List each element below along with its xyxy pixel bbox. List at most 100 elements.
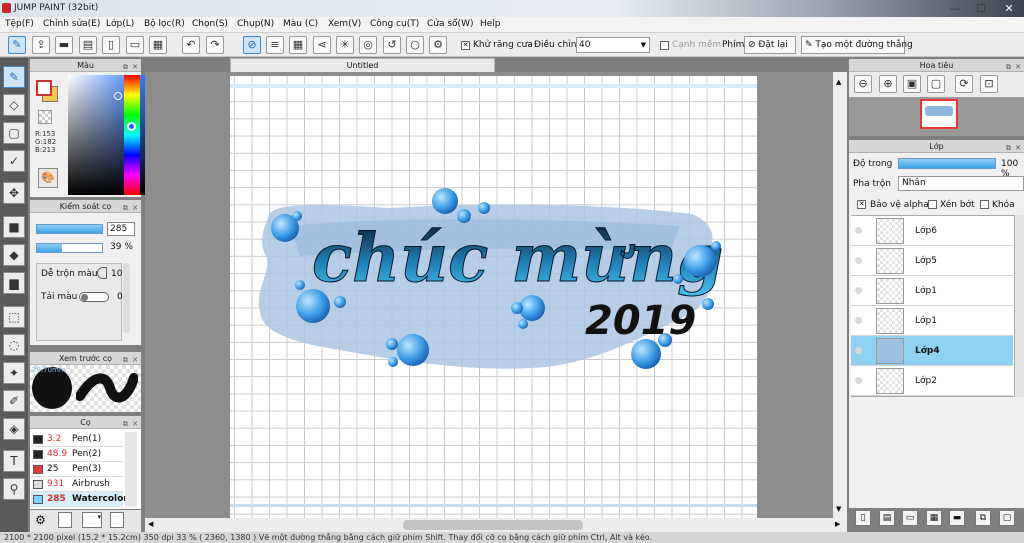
refill-toggle[interactable] bbox=[79, 292, 109, 302]
menu-help[interactable]: Help bbox=[480, 19, 501, 29]
magic-wand-icon[interactable]: ✦ bbox=[3, 362, 25, 384]
brush-item[interactable]: 3.2 Pen(1) bbox=[31, 432, 123, 447]
transparent-color-swatch[interactable] bbox=[38, 110, 52, 124]
layer-row[interactable]: Lớp1 bbox=[851, 306, 1013, 336]
scroll-up-icon[interactable]: ▲ bbox=[836, 78, 841, 86]
scroll-down-icon[interactable]: ▼ bbox=[836, 505, 841, 513]
color-picker-cursor[interactable] bbox=[114, 92, 122, 100]
minimize-button[interactable]: — bbox=[942, 0, 968, 17]
layer-row[interactable]: Lớp5 bbox=[851, 246, 1013, 276]
brush-opacity-slider[interactable] bbox=[36, 243, 103, 253]
menu-file[interactable]: Tệp(F) bbox=[5, 19, 34, 29]
reset-button[interactable]: ⊘ Đặt lại bbox=[744, 36, 796, 54]
actual-size-icon[interactable]: ▢ bbox=[927, 75, 945, 93]
new-folder-layer-icon[interactable]: ▤ bbox=[879, 510, 895, 526]
zoom-out-icon[interactable]: ⊖ bbox=[854, 75, 872, 93]
brush-item[interactable]: 25 Pen(3) bbox=[31, 462, 123, 477]
duplicate-layer-icon[interactable]: ⧉ bbox=[975, 510, 991, 526]
chat-icon[interactable]: ▤ bbox=[79, 36, 97, 54]
share-icon[interactable]: ⇪ bbox=[32, 36, 50, 54]
scroll-right-icon[interactable]: ▶ bbox=[835, 520, 840, 528]
rotate-icon[interactable]: ⟳ bbox=[955, 75, 973, 93]
menu-select[interactable]: Chọn(S) bbox=[192, 19, 228, 29]
layers-scrollbar[interactable] bbox=[1015, 215, 1024, 397]
layer-row-selected[interactable]: Lớp4 bbox=[851, 336, 1013, 366]
brush-tool-icon[interactable]: ✎ bbox=[3, 66, 25, 88]
hue-slider[interactable] bbox=[124, 75, 140, 195]
brush-item[interactable]: 931 Airbrush bbox=[31, 477, 123, 492]
folder-icon[interactable]: ▬ bbox=[949, 510, 965, 526]
foreground-color-front[interactable] bbox=[36, 80, 52, 96]
redo-icon[interactable]: ↷ bbox=[206, 36, 224, 54]
layer-row[interactable]: Lớp2 bbox=[851, 366, 1013, 396]
copy-layer-icon[interactable]: ▭ bbox=[902, 510, 918, 526]
fit-screen-icon[interactable]: ▣ bbox=[903, 75, 921, 93]
layer-opacity-slider[interactable] bbox=[898, 158, 996, 169]
layer-row[interactable]: Lớp1 bbox=[851, 276, 1013, 306]
brush-menu-icon[interactable]: ▾ bbox=[82, 512, 102, 528]
palette-icon[interactable]: 🎨 bbox=[38, 168, 58, 188]
blend-knob[interactable] bbox=[97, 267, 107, 279]
brush-settings-icon[interactable] bbox=[110, 512, 124, 528]
parallel-ruler-icon[interactable]: ≡ bbox=[266, 36, 284, 54]
visibility-icon[interactable] bbox=[855, 347, 862, 354]
document-tab[interactable]: Untitled bbox=[230, 58, 495, 72]
brush-size-input[interactable]: 285 bbox=[107, 222, 135, 236]
delete-layer-icon[interactable]: ▢ bbox=[999, 510, 1015, 526]
select-pen-icon[interactable]: ✐ bbox=[3, 390, 25, 412]
brush-item[interactable]: 48.9 Pen(2) bbox=[31, 447, 123, 462]
brush-palette-icon[interactable]: ⚙ bbox=[35, 513, 46, 527]
select-lasso-icon[interactable]: ◌ bbox=[3, 334, 25, 356]
menu-tools[interactable]: Công cụ(T) bbox=[370, 19, 419, 29]
clip-checkbox[interactable] bbox=[928, 200, 937, 209]
canvas-vertical-scrollbar[interactable]: ▲ ▼ bbox=[833, 72, 847, 518]
canvas-paper[interactable]: chúc mừng 2019 bbox=[230, 76, 757, 518]
canvas-horizontal-scrollbar[interactable]: ◀ ▶ bbox=[145, 518, 847, 532]
visibility-icon[interactable] bbox=[855, 317, 862, 324]
fill-rect-tool-icon[interactable]: ■ bbox=[3, 216, 25, 238]
visibility-icon[interactable] bbox=[855, 257, 862, 264]
brush-size-slider[interactable] bbox=[36, 224, 103, 234]
brush-options-scrollbar[interactable] bbox=[123, 263, 130, 333]
flip-icon[interactable]: ⊡ bbox=[980, 75, 998, 93]
menu-color[interactable]: Màu (C) bbox=[283, 19, 318, 29]
menu-view[interactable]: Xem(V) bbox=[328, 19, 361, 29]
navigator-thumbnail[interactable] bbox=[920, 99, 958, 129]
visibility-icon[interactable] bbox=[855, 227, 862, 234]
gradient-tool-icon[interactable]: ▆ bbox=[3, 272, 25, 294]
concentric-icon[interactable]: ◎ bbox=[359, 36, 377, 54]
menu-layer[interactable]: Lớp(L) bbox=[106, 19, 134, 29]
straight-line-button[interactable]: ✎ Tạo một đường thẳng bbox=[801, 36, 913, 54]
brushes-scrollbar[interactable] bbox=[125, 432, 137, 507]
zoom-in-icon[interactable]: ⊕ bbox=[879, 75, 897, 93]
menu-filter[interactable]: Bộ lọc(R) bbox=[144, 19, 185, 29]
grid-ruler-icon[interactable]: ▦ bbox=[289, 36, 307, 54]
ruler-off-icon[interactable]: ⊘ bbox=[243, 36, 261, 54]
curve-ruler-icon[interactable]: ↺ bbox=[383, 36, 401, 54]
bucket-tool-icon[interactable]: ◆ bbox=[3, 244, 25, 266]
perspective-icon[interactable]: ⋖ bbox=[313, 36, 331, 54]
visibility-icon[interactable] bbox=[855, 377, 862, 384]
menu-edit[interactable]: Chỉnh sửa(E) bbox=[43, 19, 100, 29]
select-eraser-icon[interactable]: ◈ bbox=[3, 418, 25, 440]
visibility-icon[interactable] bbox=[855, 287, 862, 294]
adjust-select[interactable]: 40 ▼ bbox=[576, 37, 650, 53]
close-button[interactable]: ✕ bbox=[996, 0, 1022, 17]
menu-window[interactable]: Cửa sổ(W) bbox=[427, 19, 473, 29]
layer-blend-select[interactable]: Nhân bbox=[898, 176, 1024, 191]
eraser-tool-icon[interactable]: ◇ bbox=[3, 94, 25, 116]
brush-mode-icon[interactable]: ✎ bbox=[8, 36, 26, 54]
menu-capture[interactable]: Chụp(N) bbox=[237, 19, 274, 29]
eyedropper-tool-icon[interactable]: ⚲ bbox=[3, 478, 25, 500]
text-tool-icon[interactable]: T bbox=[3, 450, 25, 472]
rect-select-tool-icon[interactable]: ▢ bbox=[3, 122, 25, 144]
halftone-layer-icon[interactable]: ▦ bbox=[926, 510, 942, 526]
horizontal-scroll-thumb[interactable] bbox=[403, 520, 583, 530]
settings-ruler-icon[interactable]: ⚙ bbox=[429, 36, 447, 54]
comment-icon[interactable]: ▬ bbox=[55, 36, 73, 54]
radial-icon[interactable]: ✳ bbox=[336, 36, 354, 54]
new-brush-icon[interactable] bbox=[58, 512, 72, 528]
new-layer-icon[interactable]: ▯ bbox=[855, 510, 871, 526]
scroll-left-icon[interactable]: ◀ bbox=[148, 520, 153, 528]
layer-row[interactable]: Lớp6 bbox=[851, 216, 1013, 246]
